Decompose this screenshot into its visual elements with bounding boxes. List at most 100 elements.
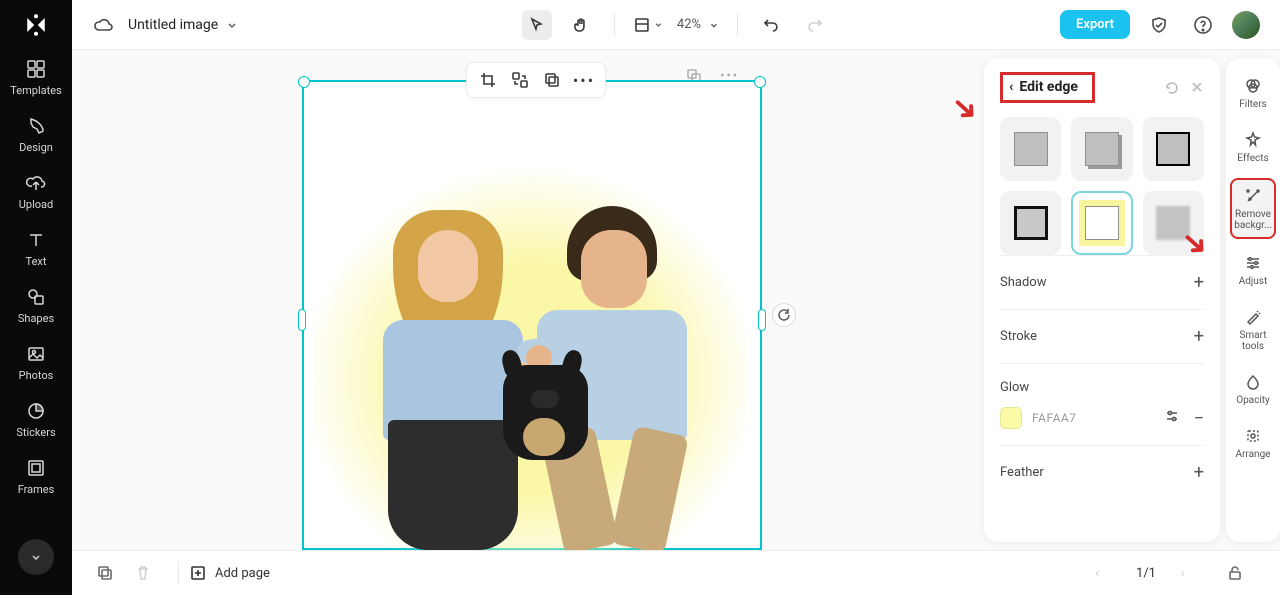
reset-icon[interactable] [1164,80,1180,96]
rail-label: Adjust [1239,276,1268,287]
select-tool[interactable] [522,10,552,40]
more-button[interactable]: ••• [573,69,595,91]
rail-label: Remove backgr... [1232,209,1274,231]
right-tool-rail: Filters Effects Remove backgr... Adjust … [1226,58,1280,542]
rail-opacity[interactable]: Opacity [1230,366,1276,412]
right-panel-edit-edge: ‹ Edit edge Shadow + Stroke + Glow [984,58,1220,542]
export-button[interactable]: Export [1060,10,1130,39]
canvas-image[interactable] [313,170,747,550]
help-icon[interactable] [1188,10,1218,40]
text-icon [25,229,47,251]
prev-page-button[interactable]: ‹ [1084,560,1110,586]
feather-row: Feather+ [1000,445,1204,499]
hand-tool[interactable] [566,10,596,40]
row-label: Glow [1000,380,1029,395]
rail-smart-tools[interactable]: Smart tools [1230,301,1276,358]
rail-adjust[interactable]: Adjust [1230,247,1276,293]
sidebar-item-photos[interactable]: Photos [0,335,72,392]
edge-preset-glow-selected[interactable] [1071,191,1132,255]
templates-icon [25,58,47,80]
chevron-left-icon: ‹ [1009,79,1013,95]
sidebar-item-stickers[interactable]: Stickers [0,392,72,449]
sidebar-label: Templates [10,84,61,97]
pages-panel-button[interactable] [92,560,118,586]
rail-effects[interactable]: Effects [1230,124,1276,170]
add-shadow-button[interactable]: + [1194,272,1204,293]
sidebar-label: Shapes [18,312,54,325]
canvas-floating-toolbar: ••• [466,62,606,98]
glow-settings-icon[interactable] [1164,408,1180,429]
edge-preset-feather[interactable] [1143,191,1204,255]
separator [178,562,179,584]
rail-label: Smart tools [1230,330,1276,352]
filters-icon [1243,76,1263,96]
stickers-icon [25,400,47,422]
glow-color-hex[interactable]: FAFAA7 [1032,411,1077,425]
delete-page-button [130,560,156,586]
resize-handle-ml[interactable] [298,309,306,331]
stroke-row: Stroke + [1000,309,1204,363]
rail-filters[interactable]: Filters [1230,70,1276,116]
app-logo[interactable] [0,0,72,50]
sidebar-label: Stickers [16,426,55,439]
duplicate-button[interactable] [541,69,563,91]
shapes-icon [25,286,47,308]
canvas-wrap: Page 1 ••• ••• [72,50,984,550]
effects-icon [1243,130,1263,150]
zoom-control[interactable]: 42% [677,17,719,32]
document-title-text: Untitled image [128,17,218,33]
sidebar-item-templates[interactable]: Templates [0,50,72,107]
adjust-icon [1243,253,1263,273]
smart-tools-icon [1243,307,1263,327]
rail-label: Opacity [1236,395,1270,406]
sidebar-item-text[interactable]: Text [0,221,72,278]
redo-button[interactable] [800,10,830,40]
page-indicator: 1/1 [1136,566,1156,581]
design-icon [25,115,47,137]
remove-glow-button[interactable]: − [1194,408,1204,429]
crop-button[interactable] [477,69,499,91]
edge-preset-shadow[interactable] [1071,117,1132,181]
topbar: Untitled image 42% Export [72,0,1280,50]
panel-title: Edit edge [1019,79,1078,95]
add-feather-button[interactable]: + [1194,462,1204,483]
undo-button[interactable] [756,10,786,40]
resize-handle-tr[interactable] [754,76,766,88]
sidebar-label: Text [26,255,47,268]
add-page-button[interactable]: Add page [189,564,270,582]
rail-arrange[interactable]: Arrange [1230,420,1276,466]
edge-preset-stroke-thin[interactable] [1143,117,1204,181]
user-avatar[interactable] [1232,11,1260,39]
resize-handle-mr[interactable] [758,309,766,331]
arrange-icon [1243,426,1263,446]
main-area: Page 1 ••• ••• [72,50,1280,550]
edit-edge-header[interactable]: ‹ Edit edge [1000,72,1095,103]
lock-button[interactable] [1222,560,1248,586]
row-label: Shadow [1000,275,1046,290]
shield-icon[interactable] [1144,10,1174,40]
edge-preset-stroke-thick[interactable] [1000,191,1061,255]
sidebar-item-shapes[interactable]: Shapes [0,278,72,335]
bottom-bar: Add page ‹ 1/1 › [72,550,1280,595]
add-page-icon [189,564,207,582]
document-title[interactable]: Untitled image [128,17,238,33]
edge-preset-none[interactable] [1000,117,1061,181]
cloud-save-icon[interactable] [92,14,114,36]
sidebar-more[interactable] [18,539,54,575]
sidebar-item-upload[interactable]: Upload [0,164,72,221]
resize-handle-tl[interactable] [298,76,310,88]
separator [614,14,615,36]
glow-color-swatch[interactable] [1000,407,1022,429]
row-label: Stroke [1000,329,1037,344]
sidebar-item-design[interactable]: Design [0,107,72,164]
add-stroke-button[interactable]: + [1194,326,1204,347]
replace-button[interactable] [509,69,531,91]
close-icon[interactable] [1190,80,1204,96]
rotate-handle[interactable] [772,303,796,327]
resize-tool[interactable] [633,10,663,40]
next-page-button[interactable]: › [1170,560,1196,586]
sidebar-item-frames[interactable]: Frames [0,449,72,506]
chevron-down-icon [226,19,238,31]
rail-remove-background[interactable]: Remove backgr... [1230,178,1276,239]
rail-label: Effects [1237,153,1268,164]
